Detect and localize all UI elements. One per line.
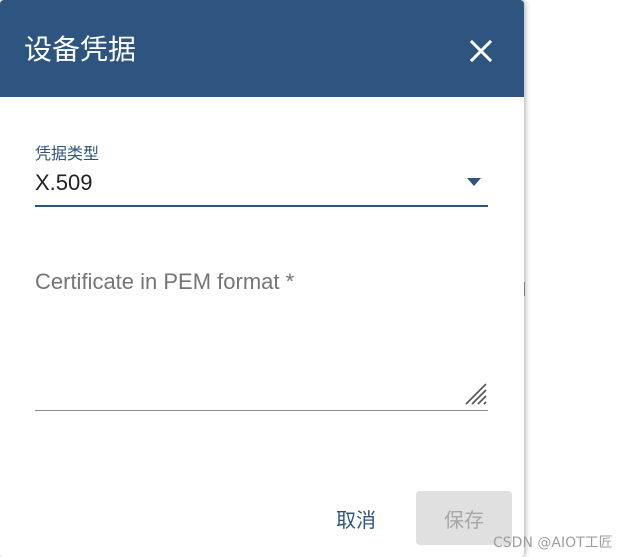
certificate-textarea[interactable] bbox=[35, 255, 488, 411]
dialog-title: 设备凭据 bbox=[24, 33, 137, 66]
cancel-button[interactable]: 取消 bbox=[318, 492, 394, 544]
close-button[interactable] bbox=[462, 32, 500, 70]
device-credentials-dialog: 设备凭据 凭据类型 X.509 Certificate in PEM forma… bbox=[0, 0, 524, 557]
credentials-type-select[interactable] bbox=[35, 135, 488, 207]
resize-handle-icon[interactable] bbox=[462, 380, 488, 406]
watermark: CSDN @AIOT工匠 bbox=[493, 535, 613, 551]
dialog-header: 设备凭据 bbox=[0, 0, 524, 97]
close-icon bbox=[469, 39, 493, 63]
